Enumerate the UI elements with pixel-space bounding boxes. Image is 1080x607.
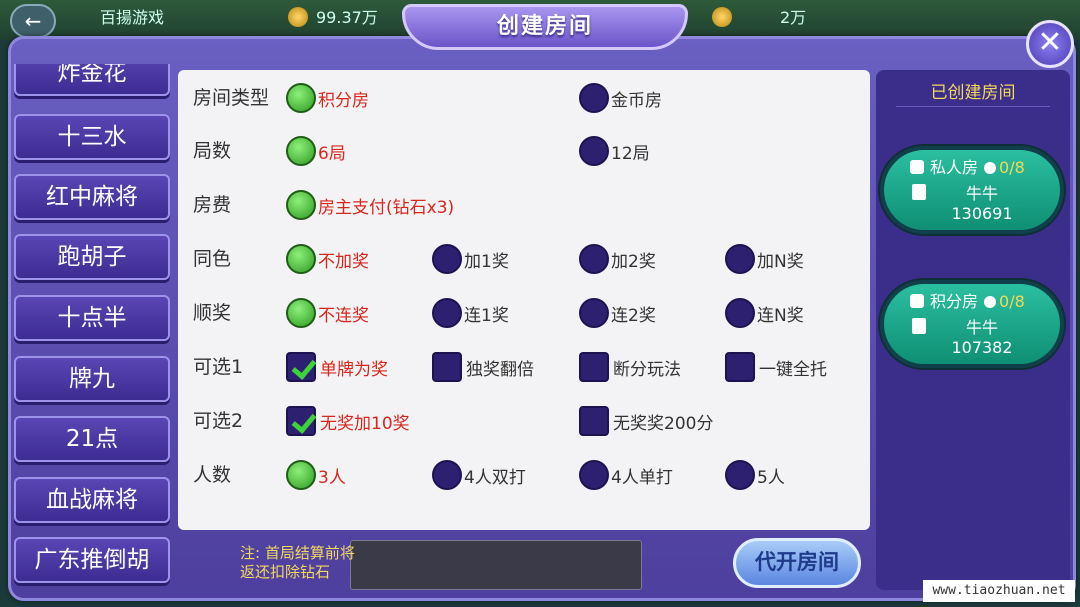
room-type-option-coins[interactable]: 金币房	[579, 82, 662, 114]
straight-option-1[interactable]: 连1奖	[432, 297, 509, 329]
checkbox-icon	[579, 352, 609, 382]
background-other: 2万	[712, 6, 806, 30]
proxy-open-room-button[interactable]: 代开房间	[733, 538, 861, 588]
fee-label: 房费	[193, 194, 232, 216]
fee-option-owner-pays[interactable]: 房主支付(钻石x3)	[286, 189, 454, 221]
coin-icon	[712, 7, 732, 27]
players-option-4-double[interactable]: 4人双打	[432, 459, 526, 491]
radio-icon	[579, 136, 609, 166]
players-option-3[interactable]: 3人	[286, 459, 346, 491]
dice-icon	[910, 160, 924, 174]
rounds-option-6[interactable]: 6局	[286, 135, 346, 167]
background-game-name: 百揚游戏	[100, 8, 165, 27]
room-type-option-points[interactable]: 积分房	[286, 82, 369, 114]
optional1-break-score[interactable]: 断分玩法	[579, 351, 681, 383]
radio-icon	[432, 244, 462, 274]
optional1-label: 可选1	[193, 356, 244, 378]
checkbox-icon	[579, 406, 609, 436]
radio-icon	[579, 298, 609, 328]
note-input-box[interactable]	[350, 540, 642, 590]
players-option-5[interactable]: 5人	[725, 459, 785, 491]
game-item-paijiu[interactable]: 牌九	[14, 356, 170, 402]
user-icon	[984, 162, 997, 174]
straight-option-n[interactable]: 连N奖	[725, 297, 804, 329]
optional2-no-bonus-200[interactable]: 无奖奖200分	[579, 405, 713, 437]
radio-icon	[432, 298, 462, 328]
radio-selected-icon	[286, 83, 316, 113]
same-color-option-1[interactable]: 加1奖	[432, 243, 509, 275]
checkbox-checked-icon	[286, 352, 316, 382]
players-option-4-single[interactable]: 4人单打	[579, 459, 673, 491]
optional2-label: 可选2	[193, 410, 244, 432]
divider	[896, 106, 1050, 107]
game-item-hongzhong-majiang[interactable]: 红中麻将	[14, 174, 170, 220]
radio-selected-icon	[286, 298, 316, 328]
close-icon[interactable]: ✕	[1026, 20, 1074, 68]
radio-selected-icon	[286, 460, 316, 490]
game-item-zhajinhua[interactable]: 炸金花	[14, 64, 170, 96]
radio-icon	[725, 460, 755, 490]
room-id: 130691	[951, 204, 1013, 223]
checkbox-icon	[432, 352, 462, 382]
coin-icon	[288, 7, 308, 27]
same-color-label: 同色	[193, 248, 232, 270]
radio-icon	[725, 298, 755, 328]
game-item-shidianban[interactable]: 十点半	[14, 295, 170, 341]
room-card[interactable]: 私人房 0/8 牛牛 130691	[880, 146, 1064, 234]
created-rooms-panel: 已创建房间 私人房 0/8 牛牛 130691 积分房 0/8 牛牛 107382	[876, 70, 1070, 590]
radio-selected-icon	[286, 136, 316, 166]
room-options-panel: 房间类型 积分房 金币房 局数 6局 12局 房费 房主支付(钻石x3) 同色 …	[178, 70, 870, 530]
checkbox-icon	[725, 352, 755, 382]
radio-selected-icon	[286, 244, 316, 274]
room-card[interactable]: 积分房 0/8 牛牛 107382	[880, 280, 1064, 368]
room-id: 107382	[951, 338, 1013, 357]
same-color-option-none[interactable]: 不加奖	[286, 243, 369, 275]
straight-option-2[interactable]: 连2奖	[579, 297, 656, 329]
straight-option-none[interactable]: 不连奖	[286, 297, 369, 329]
players-label: 人数	[193, 464, 232, 486]
radio-icon	[432, 460, 462, 490]
rounds-option-12[interactable]: 12局	[579, 135, 650, 167]
dice-icon	[910, 294, 924, 308]
radio-icon	[725, 244, 755, 274]
created-rooms-title: 已创建房间	[930, 83, 1016, 103]
diamond-refund-note: 注: 首局结算前将 返还扣除钻石	[240, 544, 355, 581]
radio-icon	[579, 83, 609, 113]
rounds-label: 局数	[193, 140, 232, 162]
room-type-label: 房间类型	[193, 87, 270, 109]
game-item-shisanshui[interactable]: 十三水	[14, 114, 170, 160]
optional1-single-card[interactable]: 单牌为奖	[286, 351, 388, 383]
user-icon	[984, 296, 997, 308]
same-color-option-2[interactable]: 加2奖	[579, 243, 656, 275]
checkbox-checked-icon	[286, 406, 316, 436]
back-arrow-icon[interactable]: ←	[10, 4, 56, 38]
game-item-xuezhan-majiang[interactable]: 血战麻将	[14, 477, 170, 523]
same-color-option-n[interactable]: 加N奖	[725, 243, 804, 275]
game-item-guangdong-tuidaohu[interactable]: 广东推倒胡	[14, 537, 170, 583]
watermark: www.tiaozhuan.net	[923, 580, 1075, 602]
room-type-row: 积分房 0/8	[910, 288, 1060, 312]
dialog-title: 创建房间	[402, 4, 688, 50]
radio-icon	[579, 244, 609, 274]
radio-icon	[579, 460, 609, 490]
optional2-no-bonus-10[interactable]: 无奖加10奖	[286, 405, 410, 437]
game-item-21dian[interactable]: 21点	[14, 416, 170, 462]
background-coins: 99.37万	[288, 6, 378, 30]
radio-selected-icon	[286, 190, 316, 220]
straight-label: 顺奖	[193, 302, 232, 324]
game-item-paohuzi[interactable]: 跑胡子	[14, 234, 170, 280]
room-type-row: 私人房 0/8	[910, 154, 1060, 178]
room-game: 牛牛	[965, 184, 998, 203]
room-game: 牛牛	[965, 318, 998, 337]
optional1-double-bonus[interactable]: 独奖翻倍	[432, 351, 534, 383]
game-list[interactable]: 炸金花 十三水 红中麻将 跑胡子 十点半 牌九 21点 血战麻将 广东推倒胡	[14, 64, 170, 594]
optional1-auto-play[interactable]: 一键全托	[725, 351, 827, 383]
